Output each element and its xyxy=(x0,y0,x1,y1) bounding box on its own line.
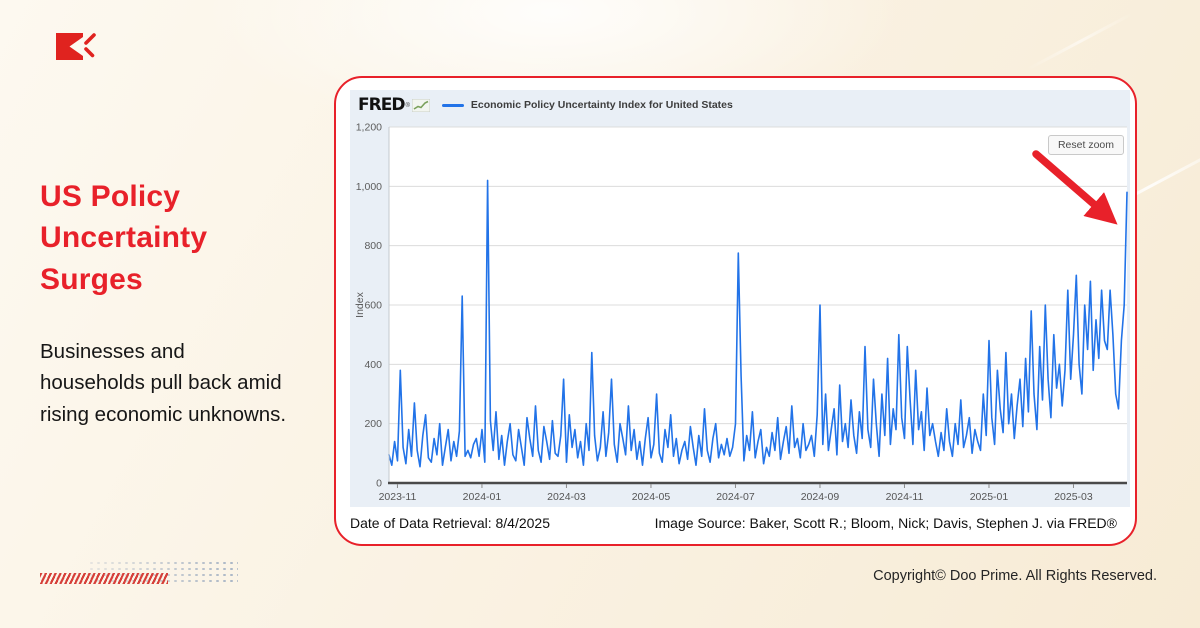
x-axis-tick-label: 2025-01 xyxy=(970,491,1009,503)
y-axis-tick-label: 400 xyxy=(364,359,382,371)
y-axis-tick-label: 800 xyxy=(364,240,382,252)
x-axis-tick-label: 2024-09 xyxy=(801,491,840,503)
image-source-citation: Image Source: Baker, Scott R.; Bloom, Ni… xyxy=(655,515,1117,531)
copyright-text: Copyright© Doo Prime. All Rights Reserve… xyxy=(873,568,1157,584)
fred-sparkline-icon xyxy=(412,99,430,112)
y-axis-title: Index xyxy=(354,291,366,317)
page-subtitle: Businesses and households pull back amid… xyxy=(40,336,292,430)
x-axis-tick-label: 2024-01 xyxy=(463,491,502,503)
x-axis-tick-label: 2023-11 xyxy=(379,491,417,503)
y-axis-tick-label: 1,000 xyxy=(356,181,382,193)
y-axis-tick-label: 200 xyxy=(364,418,382,430)
fred-chart-header: FRED ® Economic Policy Uncertainty Index… xyxy=(358,93,733,117)
chart-card-footer: Date of Data Retrieval: 8/4/2025 Image S… xyxy=(350,515,1117,531)
doo-prime-logo-icon xyxy=(56,32,100,68)
legend-series-label: Economic Policy Uncertainty Index for Un… xyxy=(471,99,733,111)
y-axis-tick-label: 600 xyxy=(364,300,382,312)
reset-zoom-button[interactable]: Reset zoom xyxy=(1048,135,1124,155)
fred-registered-mark: ® xyxy=(405,103,409,109)
x-axis-tick-label: 2025-03 xyxy=(1054,491,1093,503)
x-axis-tick-label: 2024-03 xyxy=(547,491,586,503)
data-retrieval-date: Date of Data Retrieval: 8/4/2025 xyxy=(350,515,550,531)
y-axis-tick-label: 1,200 xyxy=(356,122,382,134)
x-axis-tick-label: 2024-05 xyxy=(632,491,671,503)
x-axis-tick-label: 2024-07 xyxy=(716,491,755,503)
background-light-streak xyxy=(1026,12,1133,71)
fred-chart-card: FRED ® Economic Policy Uncertainty Index… xyxy=(334,76,1137,546)
doo-prime-logo xyxy=(56,32,100,73)
legend-line-swatch xyxy=(442,104,464,107)
y-axis-tick-label: 0 xyxy=(376,478,382,490)
decorative-striped-bar xyxy=(40,573,168,584)
page-title: US Policy Uncertainty Surges xyxy=(40,176,292,300)
social-graphic-canvas: US Policy Uncertainty Surges Businesses … xyxy=(0,0,1200,628)
x-axis-tick-label: 2024-11 xyxy=(886,491,924,503)
fred-chart-region: FRED ® Economic Policy Uncertainty Index… xyxy=(350,90,1130,507)
epu-line-chart: 0 200 400 600 800 1,000 1,200 2023-11 2024-01 202… xyxy=(350,90,1130,507)
fred-logo: FRED xyxy=(358,95,404,115)
